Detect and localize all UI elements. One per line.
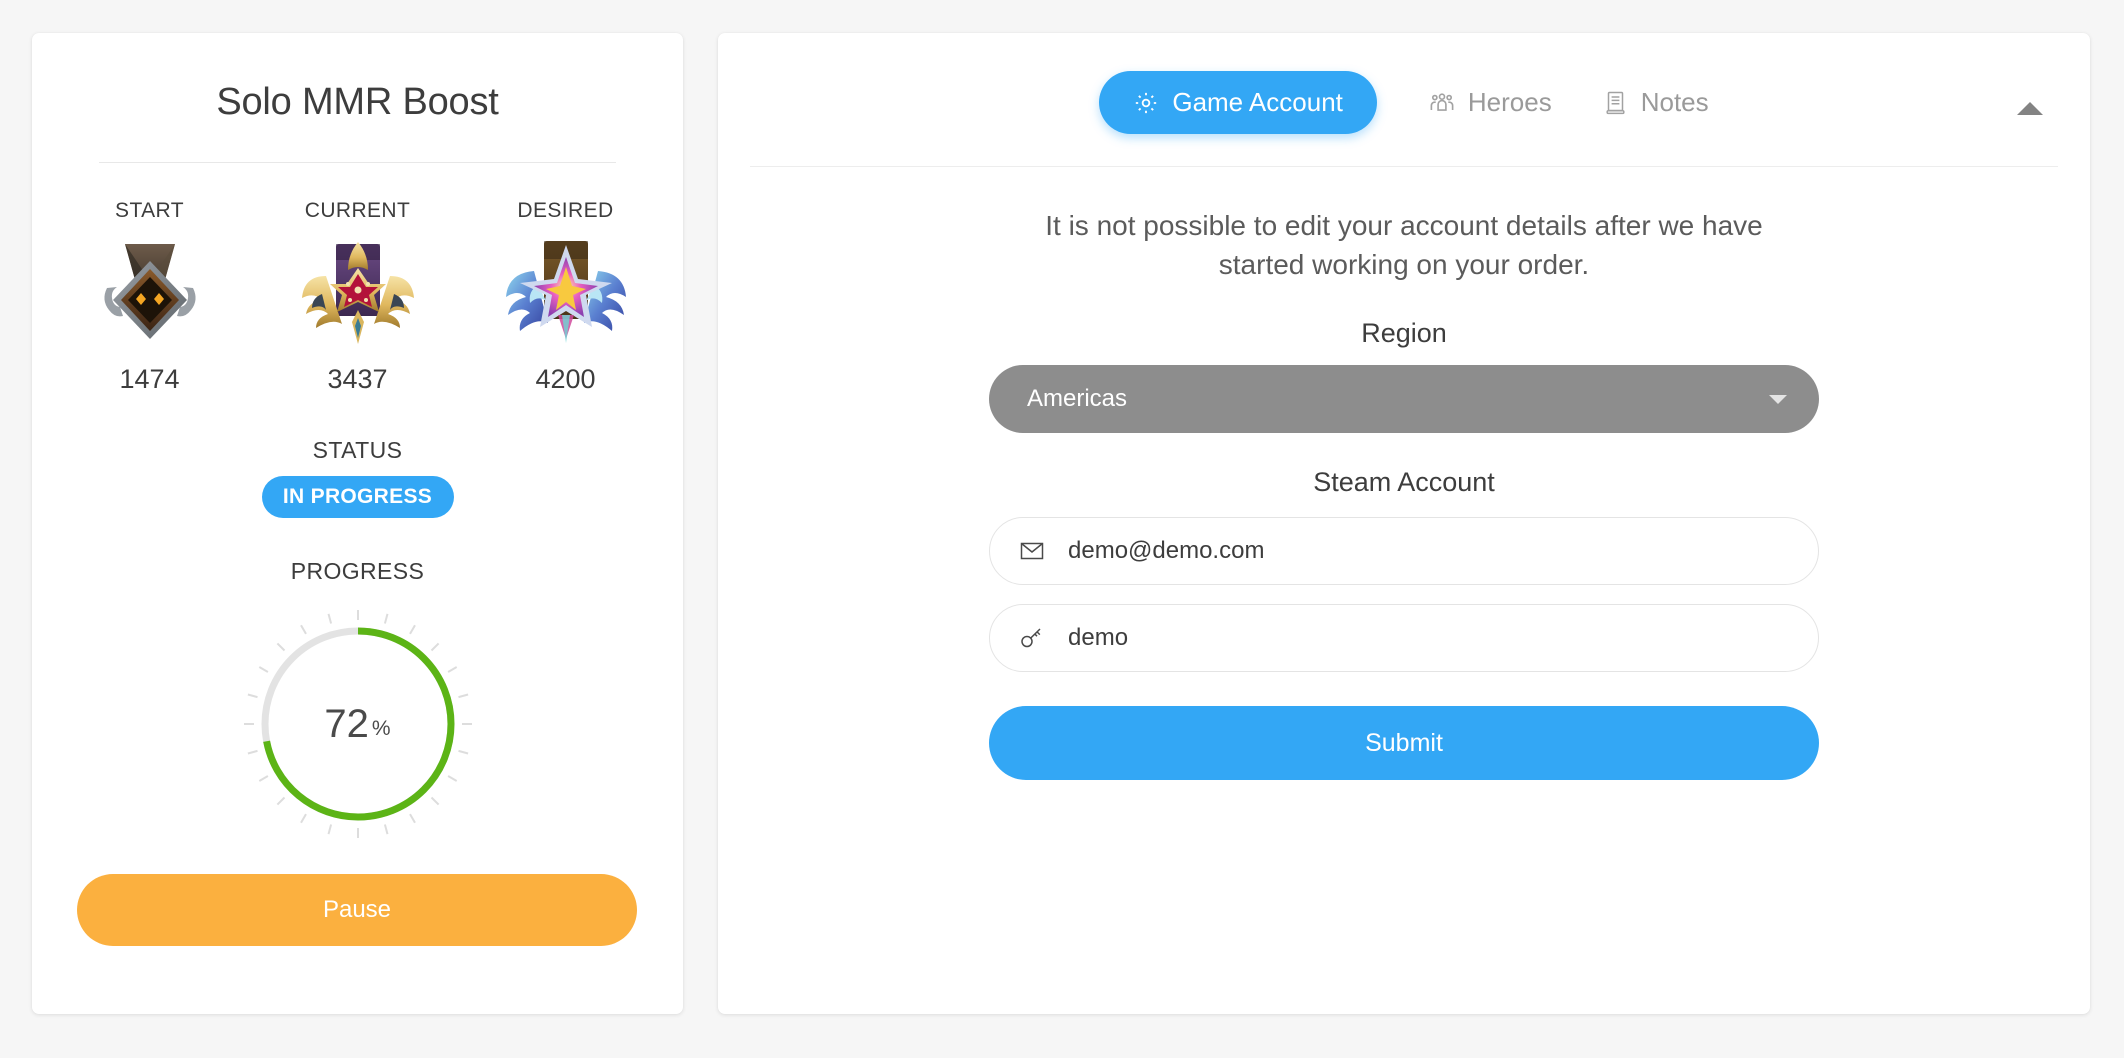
status-section: STATUS IN PROGRESS (32, 437, 683, 518)
password-field-row[interactable] (989, 604, 1819, 673)
herald-medal-icon (70, 233, 230, 348)
rank-label-current: CURRENT (304, 199, 411, 222)
rank-value-current: 3437 (327, 364, 388, 394)
tab-label-game-account: Game Account (1172, 87, 1343, 117)
people-icon (1429, 90, 1455, 116)
account-details-card: Game Account Heroes Notes It is not poss… (718, 33, 2090, 1014)
game-account-form: Region Americas Steam Account demo@demo.… (989, 318, 1819, 781)
tabs-divider (750, 166, 2058, 167)
progress-value-text: 72 % (233, 599, 483, 849)
tab-label-notes: Notes (1640, 87, 1709, 117)
status-badge[interactable]: IN PROGRESS (261, 476, 454, 518)
progress-section: PROGRESS 72 % (32, 558, 683, 849)
progress-gauge: 72 % (233, 599, 483, 849)
tab-heroes[interactable]: Heroes (1429, 87, 1552, 118)
tab-notes[interactable]: Notes (1604, 87, 1709, 118)
key-icon (1020, 627, 1046, 649)
chevron-down-icon (1769, 394, 1787, 404)
app-root: Solo MMR Boost START 1474 CURRENT 3437 D… (0, 0, 2124, 1058)
tab-label-heroes: Heroes (1467, 87, 1552, 117)
gear-icon (1133, 90, 1159, 116)
progress-number: 72 (324, 701, 369, 746)
region-select[interactable]: Americas (989, 365, 1819, 434)
order-summary-card: Solo MMR Boost START 1474 CURRENT 3437 D… (32, 33, 683, 1014)
pause-button[interactable]: Pause (77, 874, 637, 946)
page-title: Solo MMR Boost (216, 81, 499, 123)
region-selected-value: Americas (1027, 385, 1128, 413)
divine-medal-icon (486, 233, 646, 348)
progress-percent-symbol: % (371, 717, 391, 740)
envelope-icon (1020, 541, 1046, 561)
rank-value-start: 1474 (119, 364, 180, 394)
tab-game-account[interactable]: Game Account (1099, 71, 1377, 134)
rank-value-desired: 4200 (535, 364, 596, 394)
rank-progression: START 1474 CURRENT 3437 DESIRED 4200 (32, 199, 683, 395)
region-label: Region (1361, 318, 1447, 349)
rank-column-desired: DESIRED 4200 (486, 199, 646, 395)
submit-button[interactable]: Submit (989, 706, 1819, 781)
rank-label-desired: DESIRED (517, 199, 614, 222)
email-field-row[interactable] (989, 517, 1819, 586)
tab-bar: Game Account Heroes Notes (718, 33, 2090, 134)
legend-medal-icon (278, 233, 438, 348)
caret-up-icon (2015, 99, 2045, 120)
title-divider (99, 162, 616, 163)
document-icon (1604, 90, 1628, 116)
rank-label-start: START (115, 199, 184, 222)
rank-column-current: CURRENT 3437 (278, 199, 438, 395)
password-input[interactable] (1068, 624, 1788, 653)
collapse-panel-button[interactable] (2010, 89, 2050, 129)
account-edit-notice: It is not possible to edit your account … (1045, 210, 1763, 280)
email-input[interactable] (1068, 537, 1788, 566)
steam-account-label: Steam Account (1313, 467, 1495, 498)
status-label: STATUS (312, 437, 403, 463)
rank-column-start: START 1474 (70, 199, 230, 395)
progress-label: PROGRESS (290, 558, 425, 584)
